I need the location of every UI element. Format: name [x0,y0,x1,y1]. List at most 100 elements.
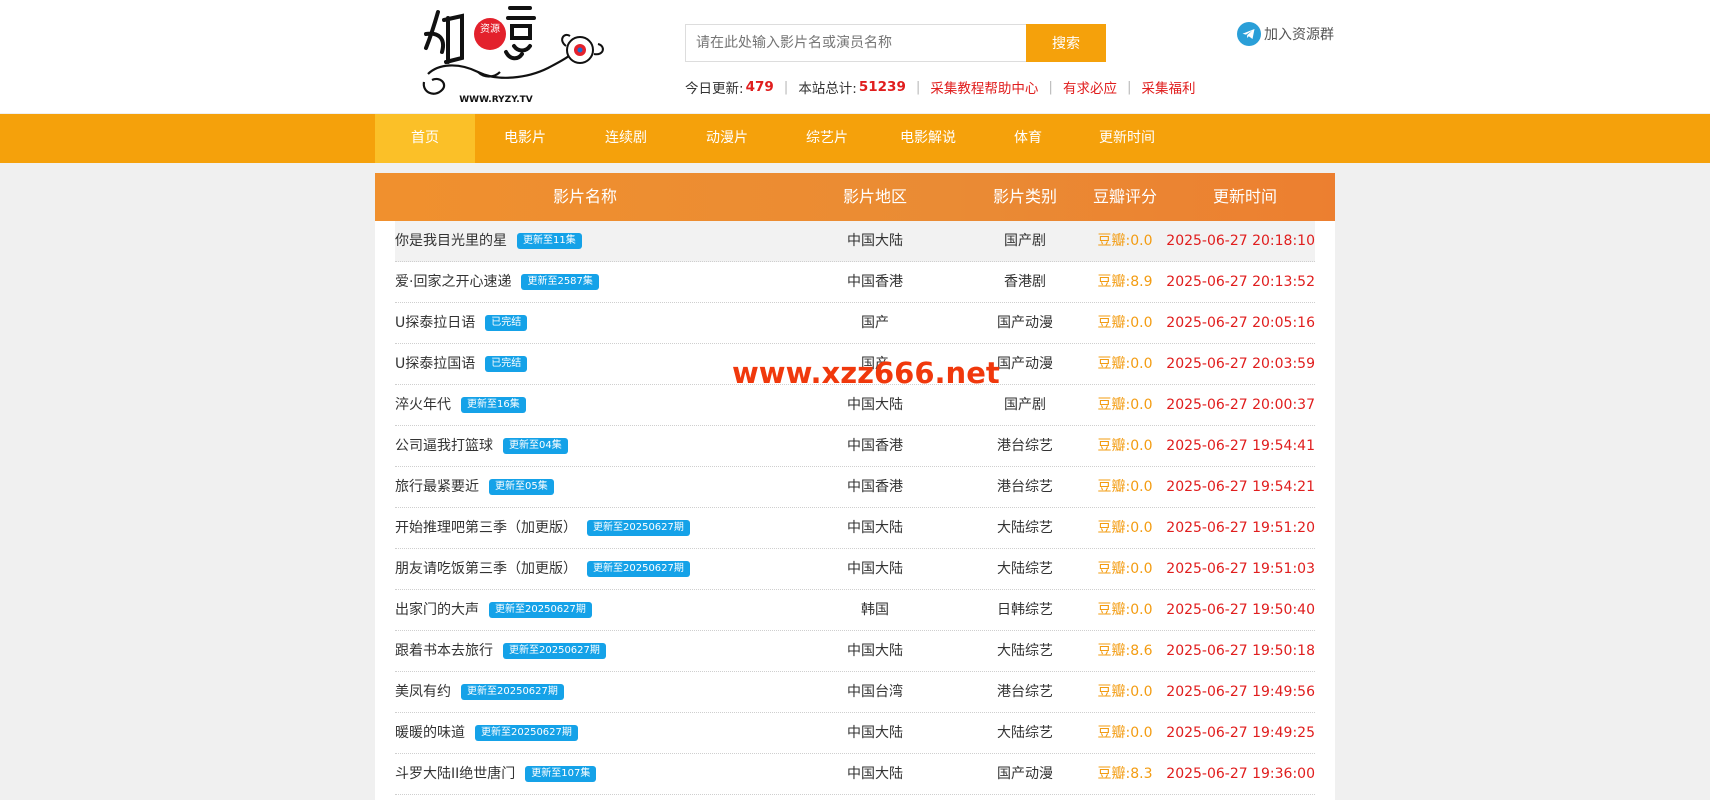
douban-score: 豆瓣:0.0 [1097,602,1153,618]
video-title-link[interactable]: 爱·回家之开心速递 [395,262,511,302]
video-area: 国产 [861,315,889,331]
video-name-cell: 爱·回家之开心速递 更新至2587集 [395,262,775,302]
header-time: 更新时间 [1212,187,1277,206]
douban-score: 豆瓣:0.0 [1097,561,1153,577]
header-area: 影片地区 [842,187,907,206]
table-row[interactable]: 美凤有约 更新至20250627期 中国台湾 港台综艺 豆瓣:0.0 2025-06-27… [395,672,1315,713]
video-name-cell: 暖暖的味道 更新至20250627期 [395,713,775,753]
douban-score: 豆瓣:8.9 [1097,274,1153,290]
collect-benefits-link[interactable]: 采集福利 [1142,77,1196,97]
stats-divider: | [915,79,921,95]
today-update-label: 今日更新: [685,81,744,97]
douban-score: 豆瓣:0.0 [1097,520,1153,536]
video-name-cell: 跟着书本去旅行 更新至20250627期 [395,631,775,671]
stats-divider: | [1048,79,1053,95]
table-row[interactable]: 斗罗大陆II绝世唐门 更新至107集 中国大陆 国产动漫 豆瓣:8.3 2025-06-2… [395,754,1315,795]
update-time: 2025-06-27 20:13:52 [1166,274,1315,290]
table-row[interactable]: 淬火年代 更新至16集 中国大陆 国产剧 豆瓣:0.0 2025-06-27 20:00:… [395,385,1315,426]
nav-item-sports[interactable]: 体育 [979,114,1077,163]
search-input[interactable] [685,24,1027,62]
video-area: 中国香港 [847,274,903,290]
video-title-link[interactable]: 跟着书本去旅行 [395,631,493,671]
nav-item-movie-commentary[interactable]: 电影解说 [877,114,979,163]
status-badge: 更新至16集 [461,397,526,413]
telegram-icon [1237,22,1261,46]
status-badge: 更新至20250627期 [475,725,578,741]
video-title-link[interactable]: 美凤有约 [395,672,451,712]
video-type: 大陆综艺 [997,643,1053,659]
video-title-link[interactable]: 旅行最紧要近 [395,467,479,507]
join-group-link[interactable]: 加入资源群 [1237,22,1334,46]
video-type: 国产剧 [1004,397,1046,413]
video-title-link[interactable]: 你是我目光里的星 [395,221,507,261]
video-area: 中国大陆 [847,643,903,659]
video-area: 中国大陆 [847,725,903,741]
update-time: 2025-06-27 19:54:21 [1166,479,1315,495]
video-type: 日韩综艺 [997,602,1053,618]
douban-score: 豆瓣:0.0 [1097,233,1153,249]
status-badge: 更新至05集 [489,479,554,495]
video-type: 大陆综艺 [997,725,1053,741]
video-type: 港台综艺 [997,479,1053,495]
video-type: 大陆综艺 [997,520,1053,536]
douban-score: 豆瓣:0.0 [1097,725,1153,741]
nav-item-anime[interactable]: 动漫片 [677,114,777,163]
nav-item-home[interactable]: 首页 [375,114,475,163]
video-type: 港台综艺 [997,438,1053,454]
header-title: 影片名称 [552,187,617,206]
douban-score: 豆瓣:0.0 [1097,438,1153,454]
douban-score: 豆瓣:0.0 [1097,684,1153,700]
main-nav: 首页 电影片 连续剧 动漫片 综艺片 电影解说 体育 更新时间 [0,114,1710,163]
search-button[interactable]: 搜索 [1026,24,1106,62]
nav-item-movies[interactable]: 电影片 [475,114,575,163]
douban-score: 豆瓣:0.0 [1097,356,1153,372]
stats-divider: | [1126,79,1132,95]
video-type: 国产剧 [1004,233,1046,249]
video-title-link[interactable]: U探泰拉国语 [395,344,475,384]
site-total-count: 51239 [858,79,906,95]
video-area: 中国大陆 [847,397,903,413]
video-type: 国产动漫 [997,766,1053,782]
table-row[interactable]: 旅行最紧要近 更新至05集 中国香港 港台综艺 豆瓣:0.0 2025-06-27 19:… [395,467,1315,508]
video-area: 中国大陆 [847,766,903,782]
video-title-link[interactable]: 朋友请吃饭第三季（加更版） [395,549,577,589]
update-time: 2025-06-27 19:54:41 [1166,438,1315,454]
video-name-cell: U探泰拉国语 已完结 [395,344,775,384]
video-area: 中国大陆 [847,233,903,249]
site-logo[interactable]: 资源 WWW.RYZY.TV [418,4,610,108]
video-title-link[interactable]: 暖暖的味道 [395,713,465,753]
table-row[interactable]: U探泰拉日语 已完结 国产 国产动漫 豆瓣:0.0 2025-06-27 20:05:16 [395,303,1315,344]
table-row[interactable]: 公司逼我打篮球 更新至04集 中国香港 港台综艺 豆瓣:0.0 2025-06-27 19… [395,426,1315,467]
video-type: 香港剧 [1004,274,1046,290]
video-title-link[interactable]: 淬火年代 [395,385,451,425]
status-badge: 更新至20250627期 [587,520,690,536]
update-time: 2025-06-27 20:00:37 [1166,397,1315,413]
table-row[interactable]: 你是我目光里的星 更新至11集 中国大陆 国产剧 豆瓣:0.0 2025-06-27 20… [395,221,1315,262]
table-row[interactable]: 跟着书本去旅行 更新至20250627期 中国大陆 大陆综艺 豆瓣:8.6 2025-06… [395,631,1315,672]
video-title-link[interactable]: 开始推理吧第三季（加更版） [395,508,577,548]
video-title-link[interactable]: U探泰拉日语 [395,303,475,343]
table-row[interactable]: 朋友请吃饭第三季（加更版） 更新至20250627期 中国大陆 大陆综艺 豆瓣:0.0 2… [395,549,1315,590]
help-center-link[interactable]: 采集教程帮助中心 [930,77,1038,97]
search-bar: 搜索 [685,24,1106,62]
table-row[interactable]: 暖暖的味道 更新至20250627期 中国大陆 大陆综艺 豆瓣:0.0 2025-06-2… [395,713,1315,754]
video-title-link[interactable]: 出家门的大声 [395,590,479,630]
nav-item-update-time[interactable]: 更新时间 [1077,114,1177,163]
video-type: 国产动漫 [997,315,1053,331]
logo-url-text: WWW.RYZY.TV [459,95,533,105]
table-row[interactable]: 开始推理吧第三季（加更版） 更新至20250627期 中国大陆 大陆综艺 豆瓣:0.0 2… [395,508,1315,549]
douban-score: 豆瓣:0.0 [1097,479,1153,495]
video-title-link[interactable]: 斗罗大陆II绝世唐门 [395,754,515,794]
nav-item-variety[interactable]: 综艺片 [777,114,877,163]
request-link[interactable]: 有求必应 [1063,77,1117,97]
video-title-link[interactable]: 公司逼我打篮球 [395,426,493,466]
video-area: 中国台湾 [847,684,903,700]
video-name-cell: U探泰拉日语 已完结 [395,303,775,343]
douban-score: 豆瓣:0.0 [1097,397,1153,413]
table-row[interactable]: 爱·回家之开心速递 更新至2587集 中国香港 香港剧 豆瓣:8.9 2025-06-27… [395,262,1315,303]
watermark: www.xzz666.net [732,356,1000,390]
douban-score: 豆瓣:8.3 [1097,766,1153,782]
nav-item-series[interactable]: 连续剧 [575,114,677,163]
table-row[interactable]: 出家门的大声 更新至20250627期 韩国 日韩综艺 豆瓣:0.0 2025-06-27… [395,590,1315,631]
header-type: 影片类别 [992,187,1057,206]
